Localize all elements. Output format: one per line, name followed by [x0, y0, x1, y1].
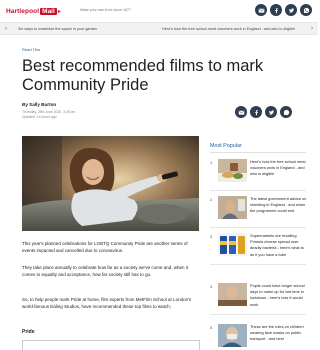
- ticker-item[interactable]: Six ways to maximise the space in your g…: [18, 27, 97, 31]
- item-thumbnail: [218, 159, 247, 182]
- article-subhead: Pride: [22, 329, 35, 335]
- twitter-icon[interactable]: [285, 4, 297, 16]
- item-number: 2: [210, 197, 213, 202]
- chevron-left-icon[interactable]: ‹: [5, 26, 7, 32]
- item-thumbnail: [218, 233, 247, 256]
- item-number: 4: [210, 284, 213, 289]
- item-headline[interactable]: These are the rules on children wearing …: [250, 324, 308, 343]
- whatsapp-icon[interactable]: [280, 106, 292, 118]
- author-name[interactable]: Sally Burton: [29, 102, 56, 107]
- site-tagline: Make your own front since 1877: [80, 8, 131, 12]
- article-paragraph: So, to help people mark Pride at home, f…: [22, 297, 192, 310]
- item-headline[interactable]: Pupils could have longer school days to …: [250, 283, 308, 308]
- twitter-icon[interactable]: [265, 106, 277, 118]
- item-thumbnail: [218, 324, 247, 347]
- updated-timestamp: Updated: 14 hours ago: [22, 115, 57, 119]
- most-popular-item[interactable]: 5 These are the rules on children wearin…: [210, 322, 310, 350]
- embedded-media-frame: [22, 340, 200, 350]
- item-headline[interactable]: Here's how the free school meal vouchers…: [250, 159, 308, 178]
- divider: [210, 227, 306, 228]
- logo-arrow-icon: ▸: [57, 8, 61, 15]
- article-byline: By Sally Burton: [22, 102, 56, 107]
- facebook-icon[interactable]: [270, 4, 282, 16]
- article-paragraph: This year's planned celebrations for LGB…: [22, 241, 188, 254]
- divider: [210, 190, 306, 191]
- divider: [210, 152, 306, 153]
- item-thumbnail: [218, 283, 247, 306]
- most-popular-item[interactable]: 4 Pupils could have longer school days t…: [210, 281, 310, 315]
- item-number: 1: [210, 160, 213, 165]
- divider: [210, 314, 306, 315]
- item-number: 3: [210, 234, 213, 239]
- most-popular-item[interactable]: 2 The latest government advice on shield…: [210, 194, 310, 228]
- logo-text: Hartlepool: [6, 7, 40, 15]
- article-headline: Best recommended films to mark Community…: [22, 57, 264, 94]
- site-header: Hartlepool Mail ▸ Make your own front si…: [0, 0, 318, 22]
- header-social-links: [255, 4, 312, 16]
- ticker-item[interactable]: Here's how the free school meal vouchers…: [162, 27, 295, 31]
- email-icon[interactable]: [235, 106, 247, 118]
- facebook-icon[interactable]: [250, 106, 262, 118]
- article-paragraph: They take place annually to celebrate ho…: [22, 265, 188, 278]
- logo-mail-badge: Mail: [40, 7, 57, 15]
- most-popular-item[interactable]: 3 Supermarkets are recalling Primula che…: [210, 231, 310, 265]
- divider: [210, 264, 306, 265]
- item-headline[interactable]: Supermarkets are recalling Primula chees…: [250, 233, 308, 258]
- site-logo[interactable]: Hartlepool Mail ▸: [6, 6, 61, 16]
- news-ticker: ‹ Six ways to maximise the space in your…: [0, 22, 318, 35]
- section-link[interactable]: Read This: [22, 47, 40, 52]
- article-hero-image: [22, 136, 199, 231]
- chevron-right-icon[interactable]: ›: [311, 26, 313, 32]
- published-timestamp: Thursday, 25th June 2020, 3:28 pm: [22, 110, 76, 114]
- item-thumbnail: [218, 196, 247, 219]
- item-number: 5: [210, 325, 213, 330]
- most-popular-item[interactable]: 1 Here's how the free school meal vouche…: [210, 157, 310, 191]
- email-icon[interactable]: [255, 4, 267, 16]
- item-headline[interactable]: The latest government advice on shieldin…: [250, 196, 308, 215]
- most-popular-title: Most Popular: [210, 143, 242, 149]
- whatsapp-icon[interactable]: [300, 4, 312, 16]
- byline-prefix: By: [22, 102, 28, 107]
- article-share-links: [235, 106, 292, 118]
